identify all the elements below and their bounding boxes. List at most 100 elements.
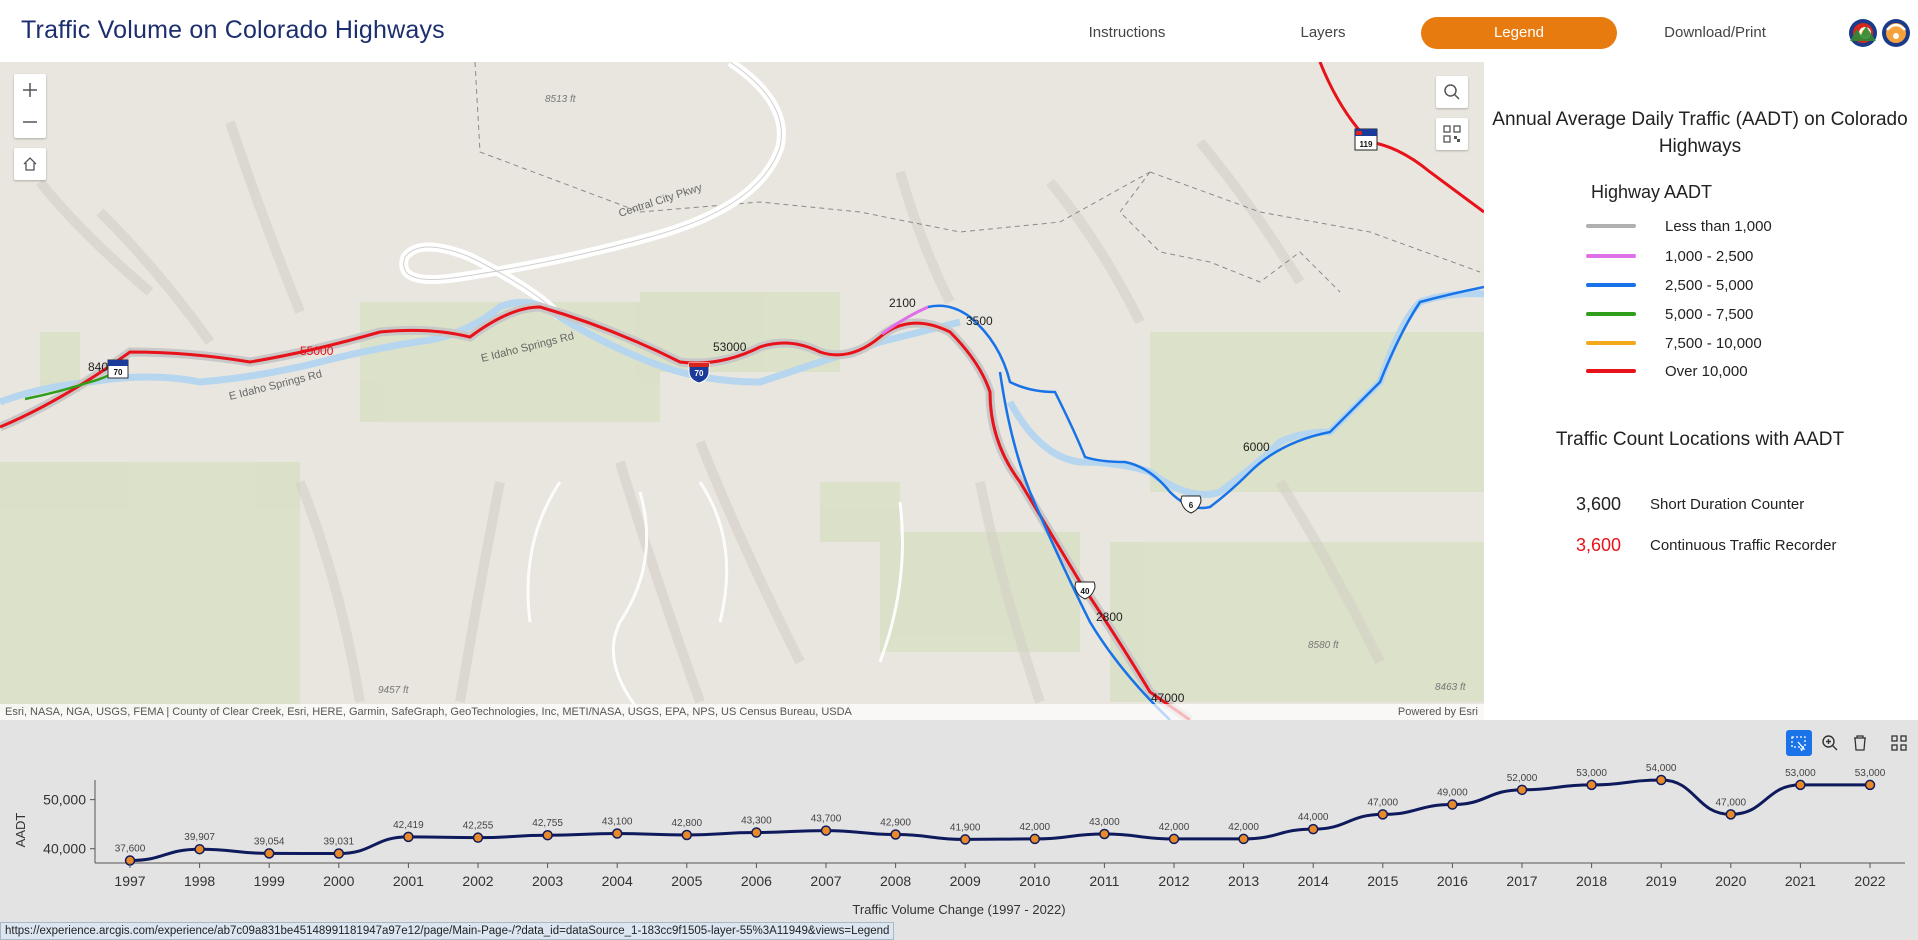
elevation-label: 9457 ft (378, 685, 410, 696)
data-label: 41,900 (950, 822, 981, 833)
data-point[interactable] (263, 848, 275, 859)
data-point[interactable] (1447, 799, 1458, 810)
tab-layers[interactable]: Layers (1225, 17, 1421, 49)
data-point[interactable] (472, 832, 484, 843)
home-button[interactable] (14, 148, 46, 180)
data-point[interactable] (1516, 784, 1528, 796)
search-button[interactable] (1436, 76, 1468, 108)
legend-count-heading: Traffic Count Locations with AADT (1555, 429, 1845, 450)
legend-highway-aadt-heading: Highway AADT (1591, 182, 1713, 202)
data-point[interactable] (1586, 779, 1597, 791)
tab-legend[interactable]: Legend (1421, 17, 1617, 49)
legend-item: 7,500 - 10,000 (1586, 333, 1762, 353)
data-point[interactable] (890, 829, 901, 840)
data-label: 42,000 (1159, 822, 1190, 833)
qr-code-icon[interactable] (1436, 118, 1468, 150)
legend-label: 2,500 - 5,000 (1665, 276, 1754, 294)
zoom-in-icon[interactable] (14, 74, 46, 106)
data-label: 43,300 (741, 816, 772, 827)
data-point[interactable] (194, 843, 205, 855)
data-point[interactable] (820, 825, 832, 836)
x-tick-label: 2015 (1367, 873, 1398, 889)
y-tick-label: 40,000 (43, 841, 86, 857)
map-view[interactable]: Central City Pkwy E Idaho Springs Rd E I… (0, 62, 1484, 720)
grid-tool-button[interactable] (1886, 730, 1912, 756)
qr-code-button[interactable] (1436, 118, 1468, 150)
selection-tool-button[interactable] (1786, 730, 1812, 756)
chart-axes (94, 780, 1905, 864)
data-point[interactable] (959, 834, 971, 845)
data-point[interactable] (333, 848, 345, 859)
x-tick-label: 2022 (1854, 873, 1885, 889)
tab-instructions[interactable]: Instructions (1029, 17, 1225, 49)
data-point[interactable] (1307, 823, 1319, 835)
browser-status-url: https://experience.arcgis.com/experience… (0, 922, 895, 940)
data-label: 54,000 (1646, 763, 1677, 774)
legend-label: Less than 1,000 (1665, 217, 1772, 235)
data-point[interactable] (1238, 833, 1249, 845)
map-canvas[interactable]: Central City Pkwy E Idaho Springs Rd E I… (0, 62, 1484, 720)
data-point[interactable] (681, 829, 693, 841)
data-point[interactable] (1168, 833, 1180, 845)
interstate-70-shield: 70 (107, 359, 129, 379)
x-tick-label: 2021 (1785, 873, 1816, 889)
clear-selection-button[interactable] (1847, 730, 1873, 756)
count-type-label: Short Duration Counter (1650, 496, 1805, 513)
home-icon[interactable] (14, 148, 46, 180)
legend-swatch (1586, 369, 1636, 373)
powered-by-esri[interactable]: Powered by Esri (1398, 704, 1478, 720)
x-tick-label: 2001 (393, 873, 424, 889)
data-label: 42,419 (393, 820, 424, 831)
data-point[interactable] (1377, 809, 1389, 820)
data-point[interactable] (1655, 774, 1667, 786)
x-tick-label: 2012 (1158, 873, 1189, 889)
x-tick-label: 1997 (114, 873, 145, 889)
zoom-out-icon[interactable] (14, 106, 46, 138)
x-tick-label: 2014 (1298, 873, 1329, 889)
clear-selection-icon (1854, 735, 1866, 751)
tab-download-print[interactable]: Download/Print (1617, 17, 1813, 49)
map-attribution: Esri, NASA, NGA, USGS, FEMA | County of … (0, 704, 1484, 720)
x-tick-label: 2019 (1646, 873, 1677, 889)
x-tick-label: 1998 (184, 873, 215, 889)
data-label: 53,000 (1576, 768, 1607, 779)
page-title: Traffic Volume on Colorado Highways (21, 16, 445, 44)
legend-panel: Annual Average Daily Traffic (AADT) on C… (1490, 66, 1918, 714)
x-tick-label: 2008 (880, 873, 911, 889)
data-label: 37,600 (115, 844, 146, 855)
data-point[interactable] (1099, 828, 1110, 840)
elevation-label: 8580 ft (1308, 640, 1340, 651)
x-tick-label: 2009 (950, 873, 981, 889)
aadt-line-chart[interactable]: 40,000 50,000 37,600 39,907 39,054 39,031 42,… (0, 720, 1918, 940)
elevation-label: 8513 ft (545, 94, 577, 105)
legend-swatch (1586, 224, 1636, 228)
count-label-53000: 53000 (713, 340, 747, 354)
legend-item: 2,500 - 5,000 (1586, 275, 1753, 295)
legend-swatch (1586, 341, 1636, 345)
x-tick-label: 2003 (532, 873, 563, 889)
data-point[interactable] (542, 829, 553, 841)
count-label-55000: 55000 (300, 344, 334, 358)
legend-item: 5,000 - 7,500 (1586, 304, 1753, 324)
zoom-tool-button[interactable] (1817, 730, 1843, 756)
data-point[interactable] (751, 827, 762, 838)
data-point[interactable] (1795, 779, 1806, 791)
grid-icon (1891, 735, 1907, 751)
data-point[interactable] (403, 831, 414, 843)
data-point[interactable] (1864, 779, 1876, 791)
data-point[interactable] (1029, 833, 1041, 845)
legend-label: 1,000 - 2,500 (1665, 247, 1754, 265)
count-label-3500: 3500 (966, 314, 993, 328)
x-tick-label: 2005 (671, 873, 702, 889)
chart-y-ticks: 40,000 50,000 (43, 792, 95, 857)
data-point[interactable] (611, 828, 623, 839)
chart-panel: 40,000 50,000 37,600 39,907 39,054 39,031 42,… (0, 720, 1918, 940)
data-label: 42,000 (1020, 822, 1051, 833)
selection-icon (1791, 736, 1806, 752)
search-icon[interactable] (1436, 76, 1468, 108)
data-label: 44,000 (1298, 812, 1329, 823)
data-point[interactable] (1725, 809, 1737, 820)
legend-swatch (1586, 283, 1636, 287)
aadt-series-line (129, 778, 1870, 863)
x-tick-label: 2018 (1576, 873, 1607, 889)
